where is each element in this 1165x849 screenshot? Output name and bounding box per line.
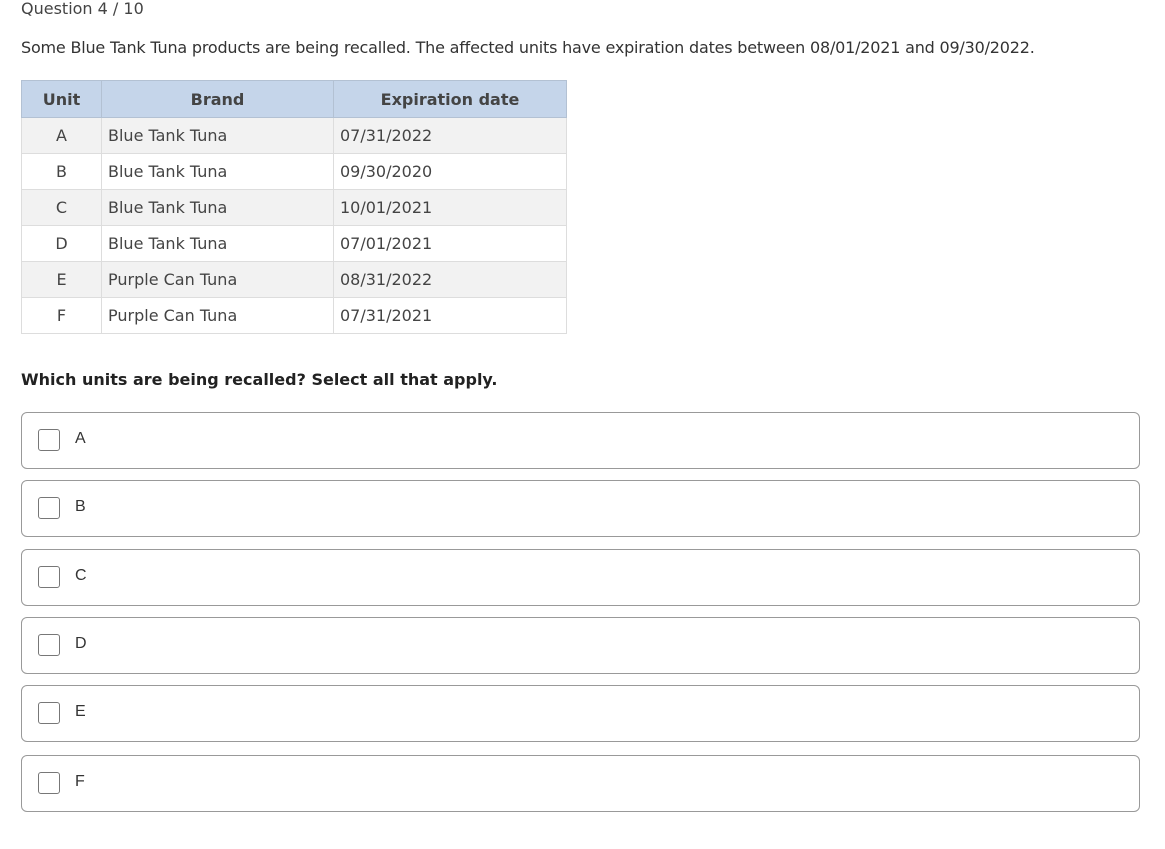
checkbox[interactable] [38,702,60,724]
question-counter: Question 4 / 10 [21,0,144,18]
table-header-row: Unit Brand Expiration date [21,80,567,118]
table-row: A Blue Tank Tuna 07/31/2022 [21,117,567,154]
option-c[interactable]: C [21,549,1140,606]
header-unit: Unit [21,80,102,118]
unit-cell: B [21,153,102,190]
unit-cell: A [21,117,102,154]
units-table: Unit Brand Expiration date A Blue Tank Tu… [21,80,567,334]
option-a[interactable]: A [21,412,1140,469]
option-e[interactable]: E [21,685,1140,742]
option-f[interactable]: F [21,755,1140,812]
checkbox[interactable] [38,566,60,588]
table-row: F Purple Can Tuna 07/31/2021 [21,297,567,334]
option-b[interactable]: B [21,480,1140,537]
brand-cell: Blue Tank Tuna [101,225,334,262]
table-row: C Blue Tank Tuna 10/01/2021 [21,189,567,226]
option-label: B [75,498,86,515]
expiration-date-cell: 10/01/2021 [333,189,567,226]
selection-question: Which units are being recalled? Select a… [21,370,498,389]
question-prompt: Some Blue Tank Tuna products are being r… [21,38,1035,57]
unit-cell: C [21,189,102,226]
checkbox[interactable] [38,429,60,451]
unit-cell: D [21,225,102,262]
expiration-date-cell: 07/01/2021 [333,225,567,262]
unit-cell: E [21,261,102,298]
expiration-date-cell: 09/30/2020 [333,153,567,190]
expiration-date-cell: 08/31/2022 [333,261,567,298]
option-label: E [75,703,86,720]
brand-cell: Blue Tank Tuna [101,117,334,154]
expiration-date-cell: 07/31/2021 [333,297,567,334]
option-d[interactable]: D [21,617,1140,674]
option-label: F [75,773,85,790]
option-label: C [75,567,87,584]
table-row: D Blue Tank Tuna 07/01/2021 [21,225,567,262]
brand-cell: Purple Can Tuna [101,261,334,298]
brand-cell: Blue Tank Tuna [101,153,334,190]
brand-cell: Blue Tank Tuna [101,189,334,226]
option-label: D [75,635,87,652]
header-brand: Brand [101,80,334,118]
checkbox[interactable] [38,497,60,519]
table-row: E Purple Can Tuna 08/31/2022 [21,261,567,298]
table-row: B Blue Tank Tuna 09/30/2020 [21,153,567,190]
header-expiration-date: Expiration date [333,80,567,118]
checkbox[interactable] [38,772,60,794]
expiration-date-cell: 07/31/2022 [333,117,567,154]
brand-cell: Purple Can Tuna [101,297,334,334]
checkbox[interactable] [38,634,60,656]
option-label: A [75,430,86,447]
unit-cell: F [21,297,102,334]
